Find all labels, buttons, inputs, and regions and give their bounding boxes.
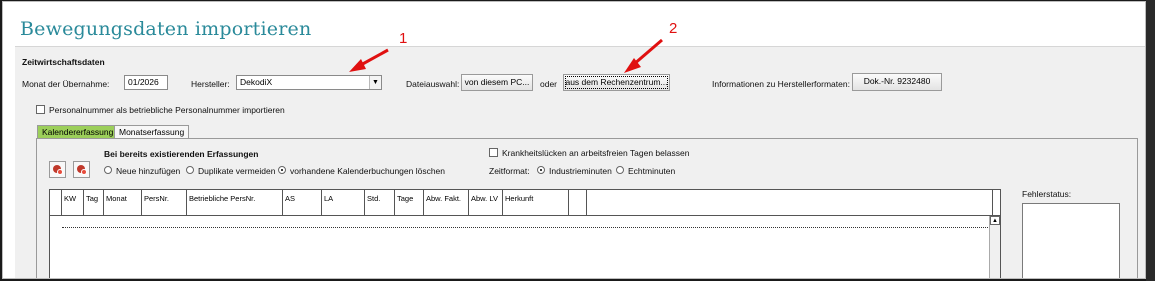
arrow-1-icon xyxy=(349,48,389,72)
import-window: Bewegungsdaten importieren Zeitwirtschaf… xyxy=(2,1,1146,279)
arrow-2-icon xyxy=(624,38,663,73)
annotation-overlay xyxy=(349,38,663,73)
window-edge xyxy=(1146,0,1155,281)
arrow-2-label: 2 xyxy=(669,20,678,37)
arrow-1-label: 1 xyxy=(399,30,408,47)
